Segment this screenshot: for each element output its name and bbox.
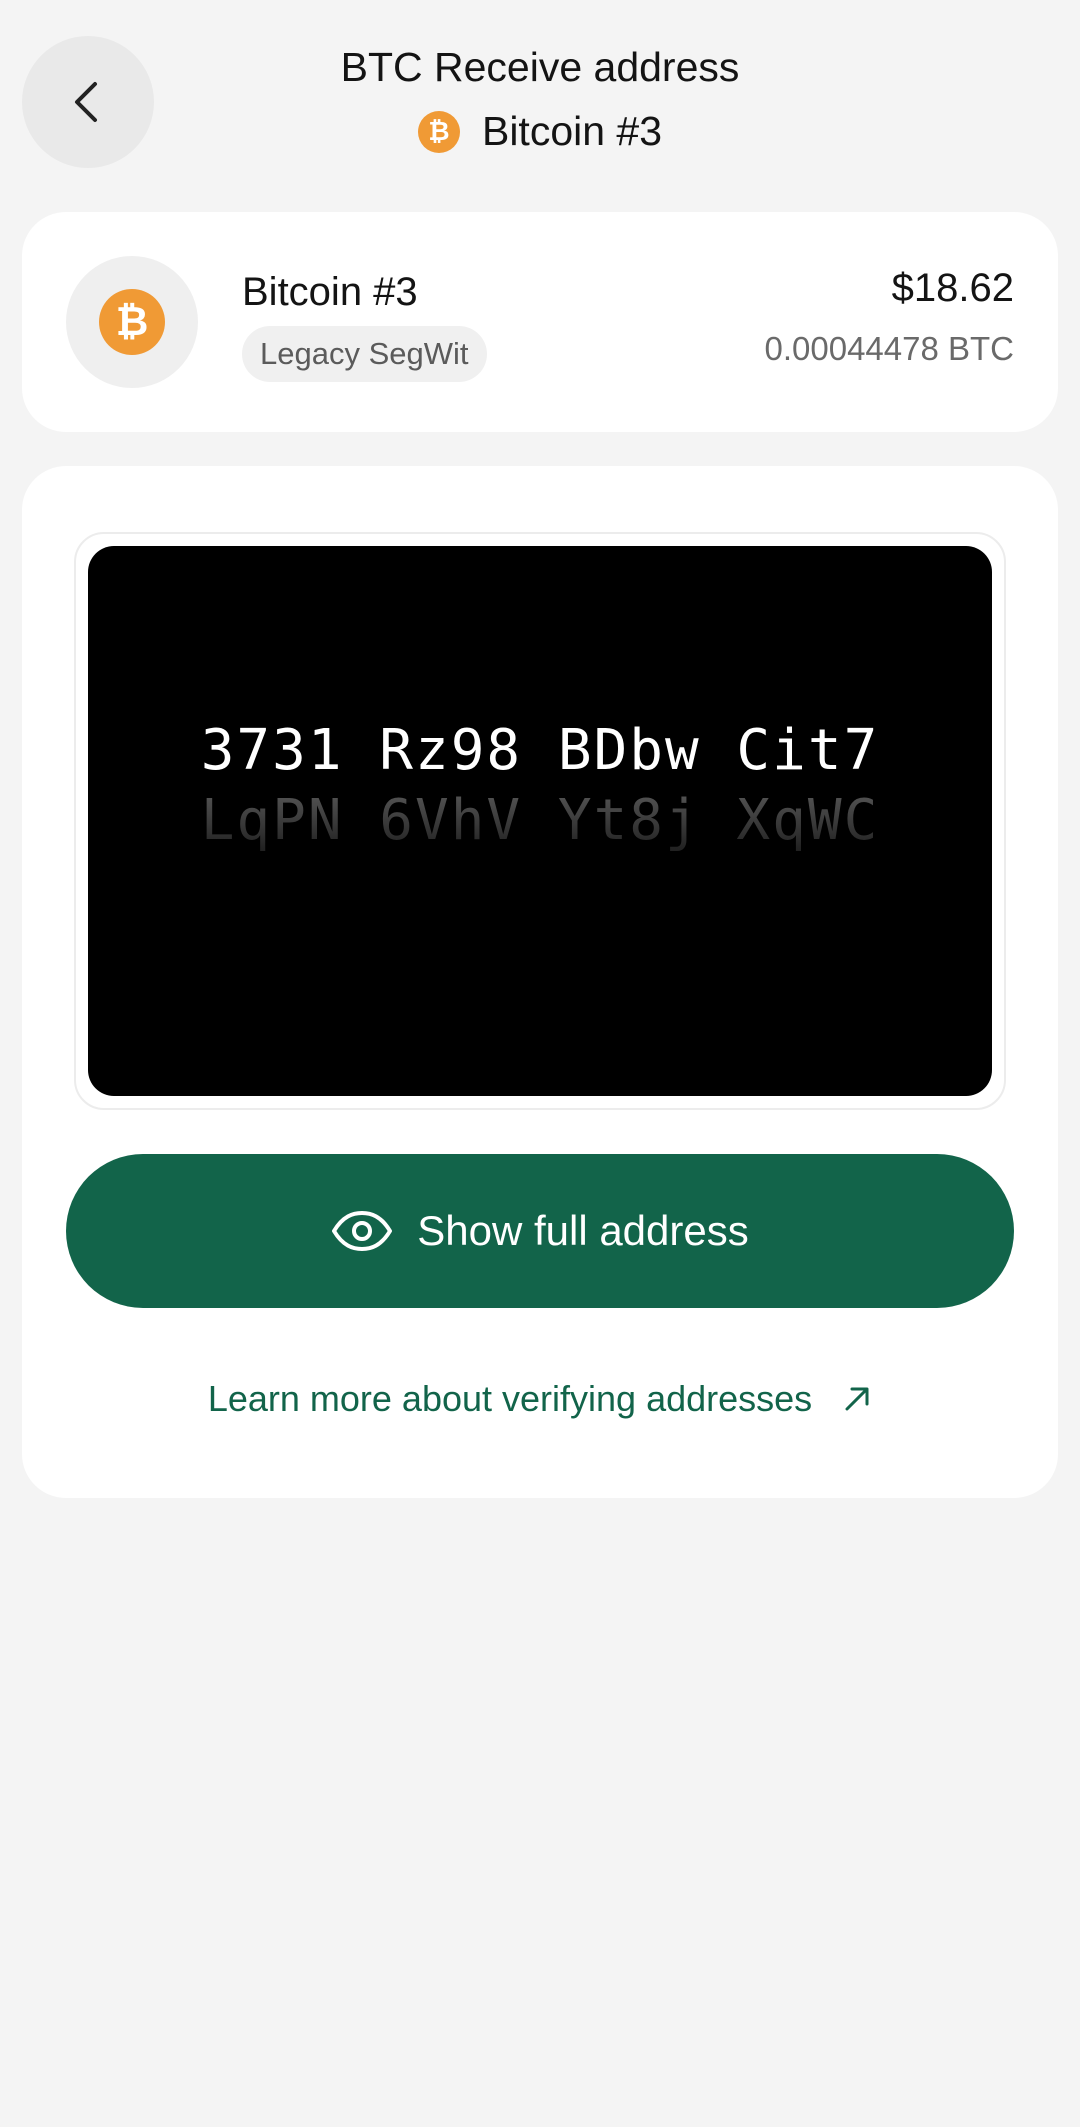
- fiat-balance: $18.62: [891, 266, 1014, 310]
- address-type-badge: Legacy SegWit: [242, 326, 487, 382]
- account-subtitle: ₿ Bitcoin #3: [0, 108, 1080, 155]
- page-title: BTC Receive address: [340, 44, 740, 90]
- show-full-address-button[interactable]: Show full address: [66, 1154, 1014, 1308]
- account-card: ₿ Bitcoin #3 Legacy SegWit $18.62 0.0004…: [22, 212, 1058, 432]
- address-line-1: 3731 Rz98 BDbw Cit7: [200, 718, 880, 783]
- arrow-up-right-icon: [845, 1387, 869, 1411]
- crypto-balance: 0.00044478 BTC: [764, 330, 1014, 367]
- address-frame: 3731 Rz98 BDbw Cit7 LqPN 6VhV Yt8j XqWC: [74, 532, 1006, 1110]
- eye-icon: [332, 1211, 393, 1251]
- address-line-2: LqPN 6VhV Yt8j XqWC: [201, 786, 880, 856]
- account-subtitle-label: Bitcoin #3: [481, 108, 663, 154]
- address-card: 3731 Rz98 BDbw Cit7 LqPN 6VhV Yt8j XqWC …: [22, 466, 1058, 1498]
- bitcoin-icon: ₿: [417, 110, 460, 153]
- bitcoin-icon: ₿: [99, 289, 165, 355]
- account-avatar: ₿: [66, 256, 198, 388]
- learn-more-label: Learn more about verifying addresses: [207, 1378, 813, 1419]
- show-full-address-label: Show full address: [417, 1207, 749, 1254]
- address-display: 3731 Rz98 BDbw Cit7 LqPN 6VhV Yt8j XqWC: [88, 546, 992, 1096]
- account-name: Bitcoin #3: [242, 270, 418, 314]
- header: BTC Receive address ₿ Bitcoin #3: [0, 0, 1080, 190]
- learn-more-link[interactable]: Learn more about verifying addresses: [22, 1378, 1058, 1420]
